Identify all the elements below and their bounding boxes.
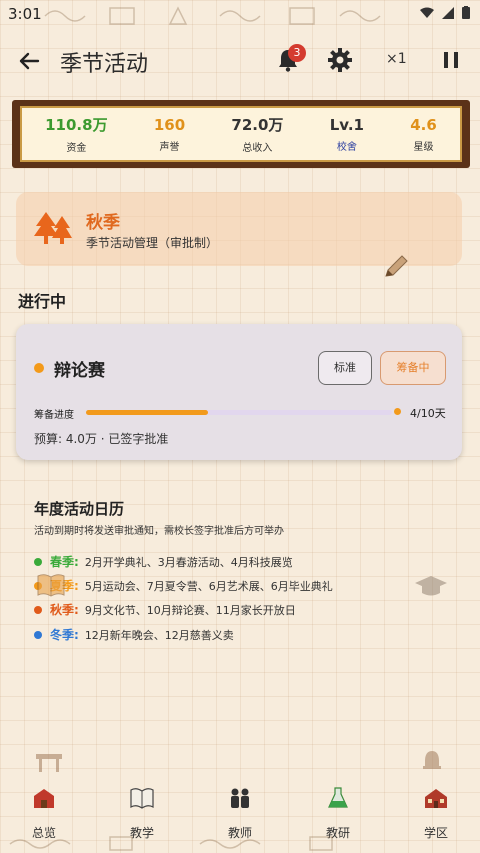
signal-icon xyxy=(442,6,454,19)
stat-label: 总收入 xyxy=(242,143,273,154)
stat-value: 72.0万 xyxy=(231,116,284,134)
pause-icon[interactable] xyxy=(440,48,462,72)
doodle-decoration xyxy=(9,836,333,851)
page-title: 季节活动 xyxy=(60,52,149,77)
nav-teachers[interactable]: 教师 xyxy=(200,786,280,841)
doodle-decoration xyxy=(44,6,381,25)
calendar-row-summer: 夏季: 5月运动会、7月夏令营、6月艺术展、6月毕业典礼 xyxy=(34,577,333,594)
season-name: 秋季 xyxy=(86,213,120,233)
stat-value: 160 xyxy=(153,115,186,134)
status-bar: 3:01 xyxy=(0,0,480,30)
season-label: 冬季: xyxy=(50,628,79,642)
season-dot xyxy=(34,557,42,566)
progress-value: 4/10天 xyxy=(410,407,446,420)
season-label: 秋季: xyxy=(50,603,79,617)
back-arrow-icon[interactable] xyxy=(14,46,44,76)
pencil-icon[interactable] xyxy=(382,254,410,280)
stats-panel: 110.8万 资金 160 声誉 72.0万 总收入 Lv.1 校舍 4.6 星… xyxy=(20,106,462,162)
calendar-row-spring: 春季: 2月开学典礼、3月春游活动、4月科技展览 xyxy=(34,553,293,570)
standard-button[interactable]: 标准 xyxy=(318,351,372,385)
calendar-note: 活动到期时将发送审批通知，需校长签字批准后方可举办 xyxy=(34,526,284,537)
season-dot xyxy=(34,605,42,614)
system-icons xyxy=(420,6,470,19)
stat-total-income: 72.0万 总收入 xyxy=(231,114,283,154)
season-events: 9月文化节、10月辩论赛、11月家长开放日 xyxy=(84,603,296,617)
stat-label: 校舍 xyxy=(336,141,357,153)
season-subtitle: 季节活动管理（审批制） xyxy=(86,236,219,250)
progress-label: 筹备进度 xyxy=(34,410,74,421)
book-icon xyxy=(37,574,65,597)
nav-overview[interactable]: 总览 xyxy=(4,786,84,841)
calendar-title: 年度活动日历 xyxy=(34,500,125,518)
season-events: 12月新年晚会、12月慈善义卖 xyxy=(84,628,234,642)
stat-value: 110.8万 xyxy=(45,116,108,134)
event-name: 辩论赛 xyxy=(54,361,105,381)
nav-research[interactable]: 教研 xyxy=(298,786,378,841)
stat-label: 声誉 xyxy=(159,141,180,153)
progress-fill xyxy=(86,410,209,415)
calendar-row-winter: 冬季: 12月新年晚会、12月慈善义卖 xyxy=(34,626,234,643)
desk-icon xyxy=(36,754,62,772)
graduation-cap-icon xyxy=(415,576,447,596)
book-icon xyxy=(130,788,154,809)
notification-badge: 3 xyxy=(288,44,306,62)
stat-star-rating: 4.6 星级 xyxy=(410,116,437,153)
stat-funds: 110.8万 资金 xyxy=(45,114,107,154)
in-progress-heading: 进行中 xyxy=(18,292,67,311)
school-bell-icon xyxy=(423,751,441,769)
flask-icon xyxy=(328,787,348,808)
stat-campus-level: Lv.1 校舍 xyxy=(330,116,364,153)
school-building-icon xyxy=(34,789,54,808)
school-house-icon xyxy=(425,789,447,808)
wifi-icon xyxy=(420,7,434,18)
season-events: 5月运动会、7月夏令营、6月艺术展、6月毕业典礼 xyxy=(84,579,333,593)
stat-reputation: 160 声誉 xyxy=(154,116,185,153)
season-events: 2月开学典礼、3月春游活动、4月科技展览 xyxy=(84,555,293,569)
gear-icon[interactable] xyxy=(326,46,354,74)
nav-district[interactable]: 学区 xyxy=(396,786,476,841)
stat-label: 星级 xyxy=(413,141,434,153)
stat-value: Lv.1 xyxy=(329,115,364,134)
event-status-dot xyxy=(34,363,44,373)
status-time: 3:01 xyxy=(8,5,42,23)
battery-icon xyxy=(462,6,470,19)
stat-label: 资金 xyxy=(66,143,87,154)
season-dot xyxy=(34,630,42,639)
autumn-trees-icon xyxy=(34,212,72,244)
speed-toggle[interactable]: ×1 xyxy=(386,51,407,67)
nav-teaching[interactable]: 教学 xyxy=(102,786,182,841)
app-header: 季节活动 3 ×1 xyxy=(0,36,480,84)
stat-value: 4.6 xyxy=(410,115,437,134)
calendar-row-autumn: 秋季: 9月文化节、10月辩论赛、11月家长开放日 xyxy=(34,601,296,618)
season-label: 春季: xyxy=(50,555,79,569)
progress-end-dot xyxy=(394,408,401,415)
preparing-button[interactable]: 筹备中 xyxy=(380,351,446,385)
budget-text: 预算: 4.0万 · 已签字批准 xyxy=(34,432,169,446)
teachers-icon xyxy=(231,788,249,808)
